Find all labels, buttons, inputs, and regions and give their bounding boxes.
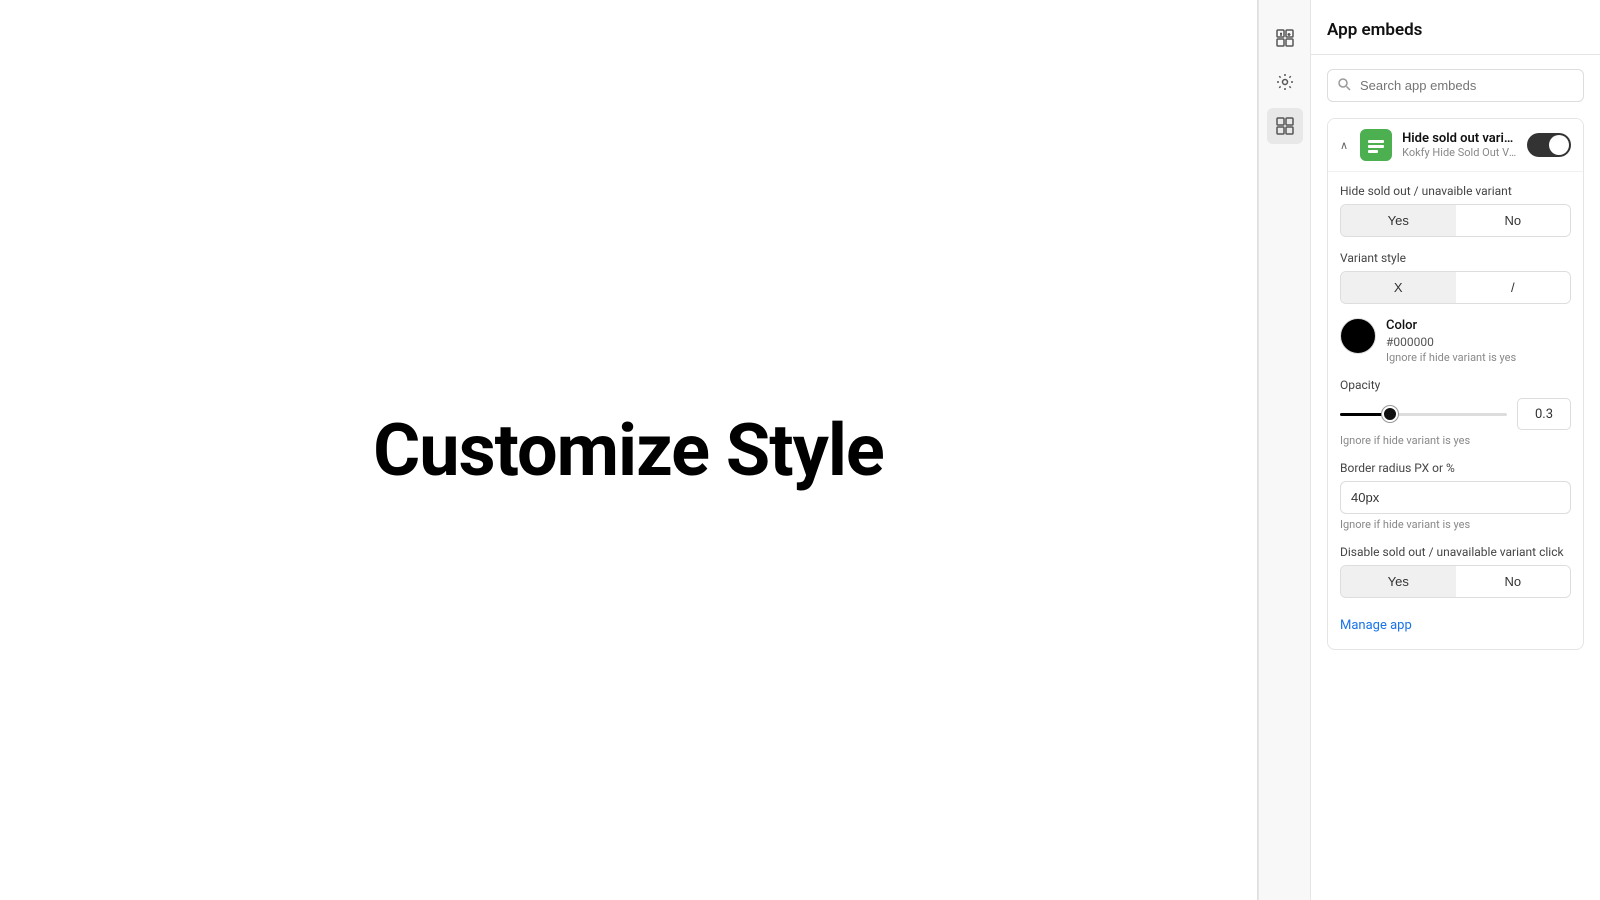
rail-button-layout[interactable] (1267, 20, 1303, 56)
hide-variant-setting: Hide sold out / unavaible variant Yes No (1340, 184, 1571, 237)
color-hex: #000000 (1386, 335, 1571, 349)
hide-variant-group: Yes No (1340, 204, 1571, 237)
disable-no-button[interactable]: No (1456, 566, 1571, 597)
slider-thumb (1382, 406, 1398, 422)
variant-slash-button[interactable]: / (1456, 272, 1571, 303)
embed-name: Hide sold out variant (1402, 131, 1517, 146)
slider-track (1340, 413, 1507, 416)
sidebar-container: App embeds ∧ (1257, 0, 1600, 900)
embed-app-icon (1360, 129, 1392, 161)
main-canvas: Customize Style (0, 0, 1257, 900)
color-swatch[interactable] (1340, 318, 1376, 354)
opacity-slider[interactable] (1340, 404, 1507, 424)
hide-variant-label: Hide sold out / unavaible variant (1340, 184, 1571, 198)
page-title: Customize Style (373, 408, 884, 493)
app-embeds-panel: App embeds ∧ (1310, 0, 1600, 900)
color-info: Color #000000 Ignore if hide variant is … (1386, 318, 1571, 364)
embed-toggle[interactable] (1527, 133, 1571, 157)
border-radius-label: Border radius PX or % (1340, 461, 1571, 475)
variant-style-label: Variant style (1340, 251, 1571, 265)
search-input[interactable] (1327, 69, 1584, 102)
color-setting: Color #000000 Ignore if hide variant is … (1340, 318, 1571, 364)
opacity-value[interactable]: 0.3 (1517, 398, 1571, 430)
embed-settings: Hide sold out / unavaible variant Yes No… (1328, 171, 1583, 649)
manage-app-link[interactable]: Manage app (1340, 618, 1412, 633)
variant-x-button[interactable]: X (1341, 272, 1456, 303)
embed-item-header[interactable]: ∧ Hide sold out variant Kokfy Hide Sold … (1328, 119, 1583, 171)
opacity-label: Opacity (1340, 378, 1571, 392)
embed-item: ∧ Hide sold out variant Kokfy Hide Sold … (1327, 118, 1584, 650)
disable-click-group: Yes No (1340, 565, 1571, 598)
disable-yes-button[interactable]: Yes (1341, 566, 1456, 597)
color-label: Color (1386, 318, 1571, 333)
embed-info: Hide sold out variant Kokfy Hide Sold Ou… (1402, 131, 1517, 159)
panel-header: App embeds (1311, 0, 1600, 55)
variant-style-setting: Variant style X / (1340, 251, 1571, 304)
panel-title: App embeds (1327, 20, 1422, 40)
panel-body: ∧ Hide sold out variant Kokfy Hide Sold … (1311, 55, 1600, 900)
search-box (1327, 69, 1584, 102)
toggle-thumb (1549, 135, 1569, 155)
color-hint: Ignore if hide variant is yes (1386, 351, 1571, 364)
disable-click-label: Disable sold out / unavailable variant c… (1340, 545, 1571, 559)
rail-button-apps[interactable] (1267, 108, 1303, 144)
disable-click-setting: Disable sold out / unavailable variant c… (1340, 545, 1571, 598)
opacity-hint: Ignore if hide variant is yes (1340, 434, 1571, 447)
rail-button-settings[interactable] (1267, 64, 1303, 100)
border-radius-hint: Ignore if hide variant is yes (1340, 518, 1571, 531)
chevron-up-icon: ∧ (1340, 139, 1348, 152)
hide-yes-button[interactable]: Yes (1341, 205, 1456, 236)
opacity-setting: Opacity 0.3 Ignore if hide variant is ye… (1340, 378, 1571, 447)
embed-subtitle: Kokfy Hide Sold Out Varia... (1402, 146, 1517, 159)
hide-no-button[interactable]: No (1456, 205, 1571, 236)
icon-rail (1258, 0, 1310, 900)
variant-style-group: X / (1340, 271, 1571, 304)
border-radius-setting: Border radius PX or % Ignore if hide var… (1340, 461, 1571, 531)
border-radius-input[interactable] (1340, 481, 1571, 514)
opacity-control: 0.3 (1340, 398, 1571, 430)
